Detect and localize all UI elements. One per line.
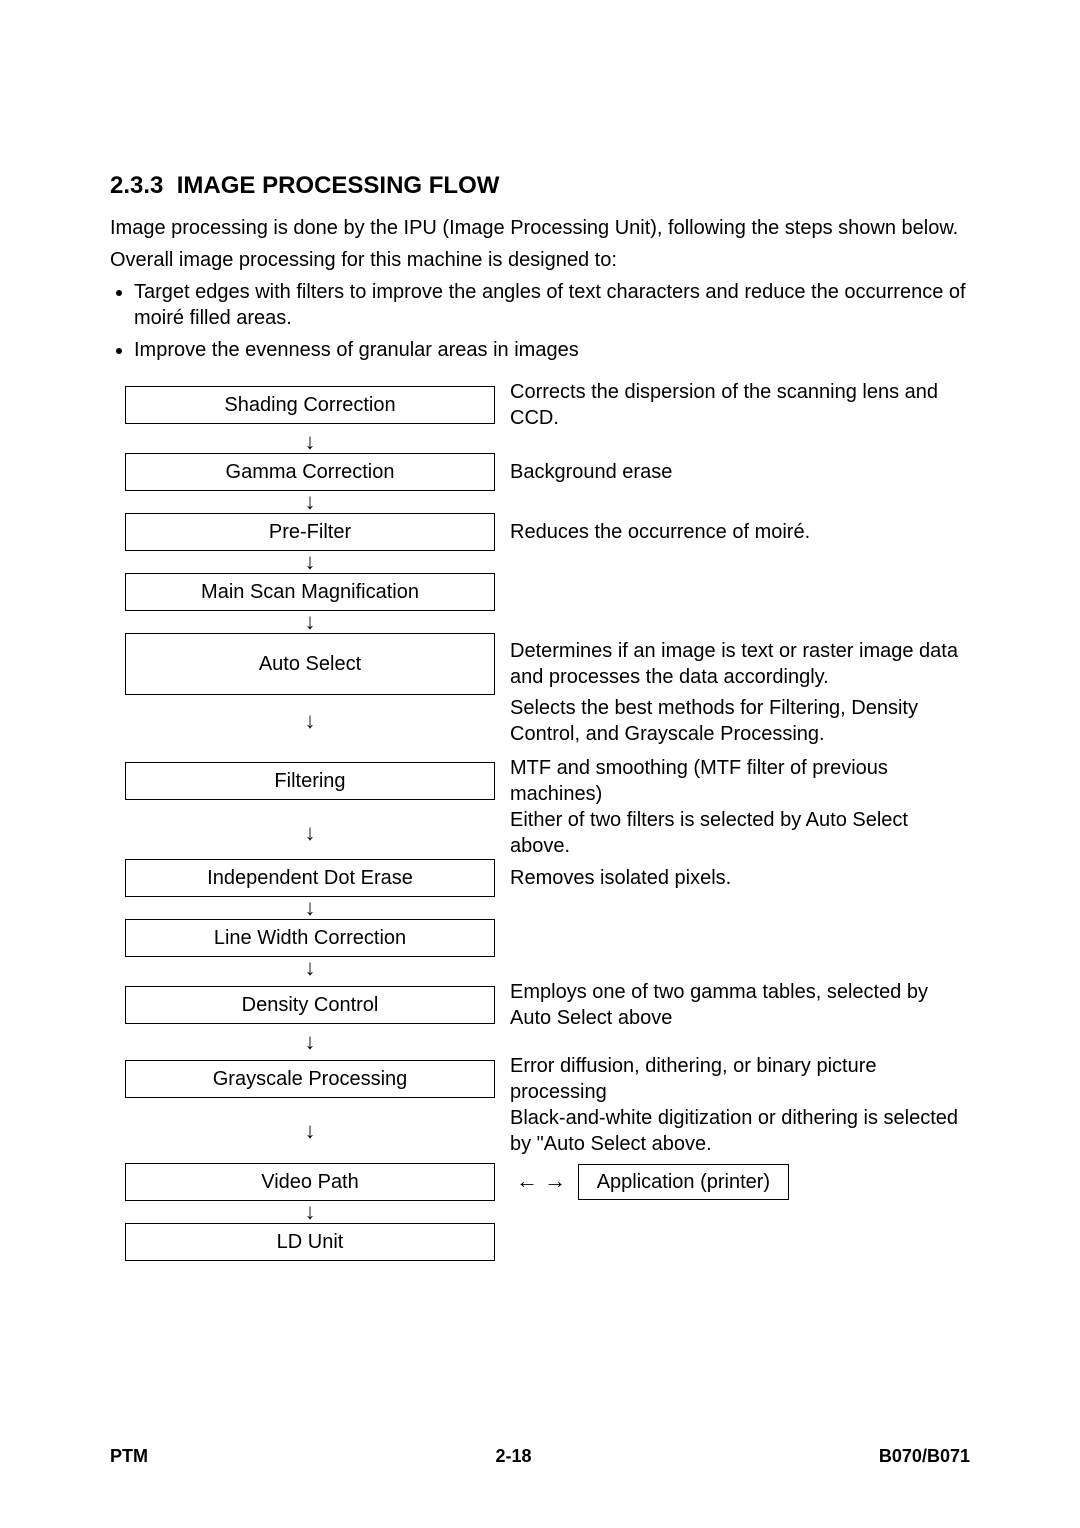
down-arrow-icon: ↓	[110, 1105, 510, 1157]
down-arrow-icon: ↓	[110, 431, 510, 453]
flow-box-videopath: Video Path	[125, 1163, 495, 1201]
flow-box-grayscale: Grayscale Processing	[125, 1060, 495, 1098]
flow-box-shading: Shading Correction	[125, 386, 495, 424]
down-arrow-icon: ↓	[110, 897, 510, 919]
intro-paragraph-1: Image processing is done by the IPU (Ima…	[110, 215, 970, 241]
footer-right: B070/B071	[879, 1445, 970, 1468]
section-heading: 2.3.3 IMAGE PROCESSING FLOW	[110, 170, 970, 201]
flow-desc-density: Employs one of two gamma tables, selecte…	[510, 979, 970, 1031]
down-arrow-icon: ↓	[110, 551, 510, 573]
footer-center: 2-18	[495, 1445, 531, 1468]
heading-title: IMAGE PROCESSING FLOW	[177, 172, 500, 199]
flow-desc-autoselect-arrow: Selects the best methods for Filtering, …	[510, 695, 970, 747]
heading-number: 2.3.3	[110, 172, 163, 199]
down-arrow-icon: ↓	[110, 695, 510, 747]
bullet-item: Target edges with filters to improve the…	[134, 279, 970, 331]
intro-paragraph-2: Overall image processing for this machin…	[110, 247, 970, 273]
flow-box-magnification: Main Scan Magnification	[125, 573, 495, 611]
flow-desc-grayscale: Error diffusion, dithering, or binary pi…	[510, 1053, 970, 1105]
page-footer: PTM 2-18 B070/B071	[110, 1445, 970, 1468]
flow-desc-gamma: Background erase	[510, 453, 970, 491]
flow-desc-doterase: Removes isolated pixels.	[510, 859, 970, 897]
flow-desc-autoselect: Determines if an image is text or raster…	[510, 633, 970, 695]
flow-desc-grayscale-arrow: Black-and-white digitization or ditherin…	[510, 1105, 970, 1157]
bidir-arrow-icon: ← →	[510, 1168, 572, 1193]
down-arrow-icon: ↓	[110, 957, 510, 979]
flow-box-ldunit: LD Unit	[125, 1223, 495, 1261]
down-arrow-icon: ↓	[110, 807, 510, 859]
flow-box-prefilter: Pre-Filter	[125, 513, 495, 551]
down-arrow-icon: ↓	[110, 491, 510, 513]
flow-desc-shading: Corrects the dispersion of the scanning …	[510, 379, 970, 431]
bullet-item: Improve the evenness of granular areas i…	[134, 337, 970, 363]
down-arrow-icon: ↓	[110, 1201, 510, 1223]
footer-left: PTM	[110, 1445, 148, 1468]
flow-desc-filtering-arrow: Either of two filters is selected by Aut…	[510, 807, 970, 859]
flow-box-application: Application (printer)	[578, 1164, 789, 1200]
flow-box-density: Density Control	[125, 986, 495, 1024]
flow-box-autoselect: Auto Select	[125, 633, 495, 695]
intro-bullet-list: Target edges with filters to improve the…	[110, 279, 970, 363]
flow-box-filtering: Filtering	[125, 762, 495, 800]
flow-desc-prefilter: Reduces the occurrence of moiré.	[510, 513, 970, 551]
process-flow-table: Shading Correction Corrects the dispersi…	[110, 379, 970, 1261]
down-arrow-icon: ↓	[110, 611, 510, 633]
flow-box-gamma: Gamma Correction	[125, 453, 495, 491]
flow-desc-magnification	[510, 573, 970, 611]
flow-box-doterase: Independent Dot Erase	[125, 859, 495, 897]
flow-box-linewidth: Line Width Correction	[125, 919, 495, 957]
down-arrow-icon: ↓	[110, 1031, 510, 1053]
flow-desc-linewidth	[510, 919, 970, 957]
flow-desc-filtering: MTF and smoothing (MTF filter of previou…	[510, 755, 970, 807]
